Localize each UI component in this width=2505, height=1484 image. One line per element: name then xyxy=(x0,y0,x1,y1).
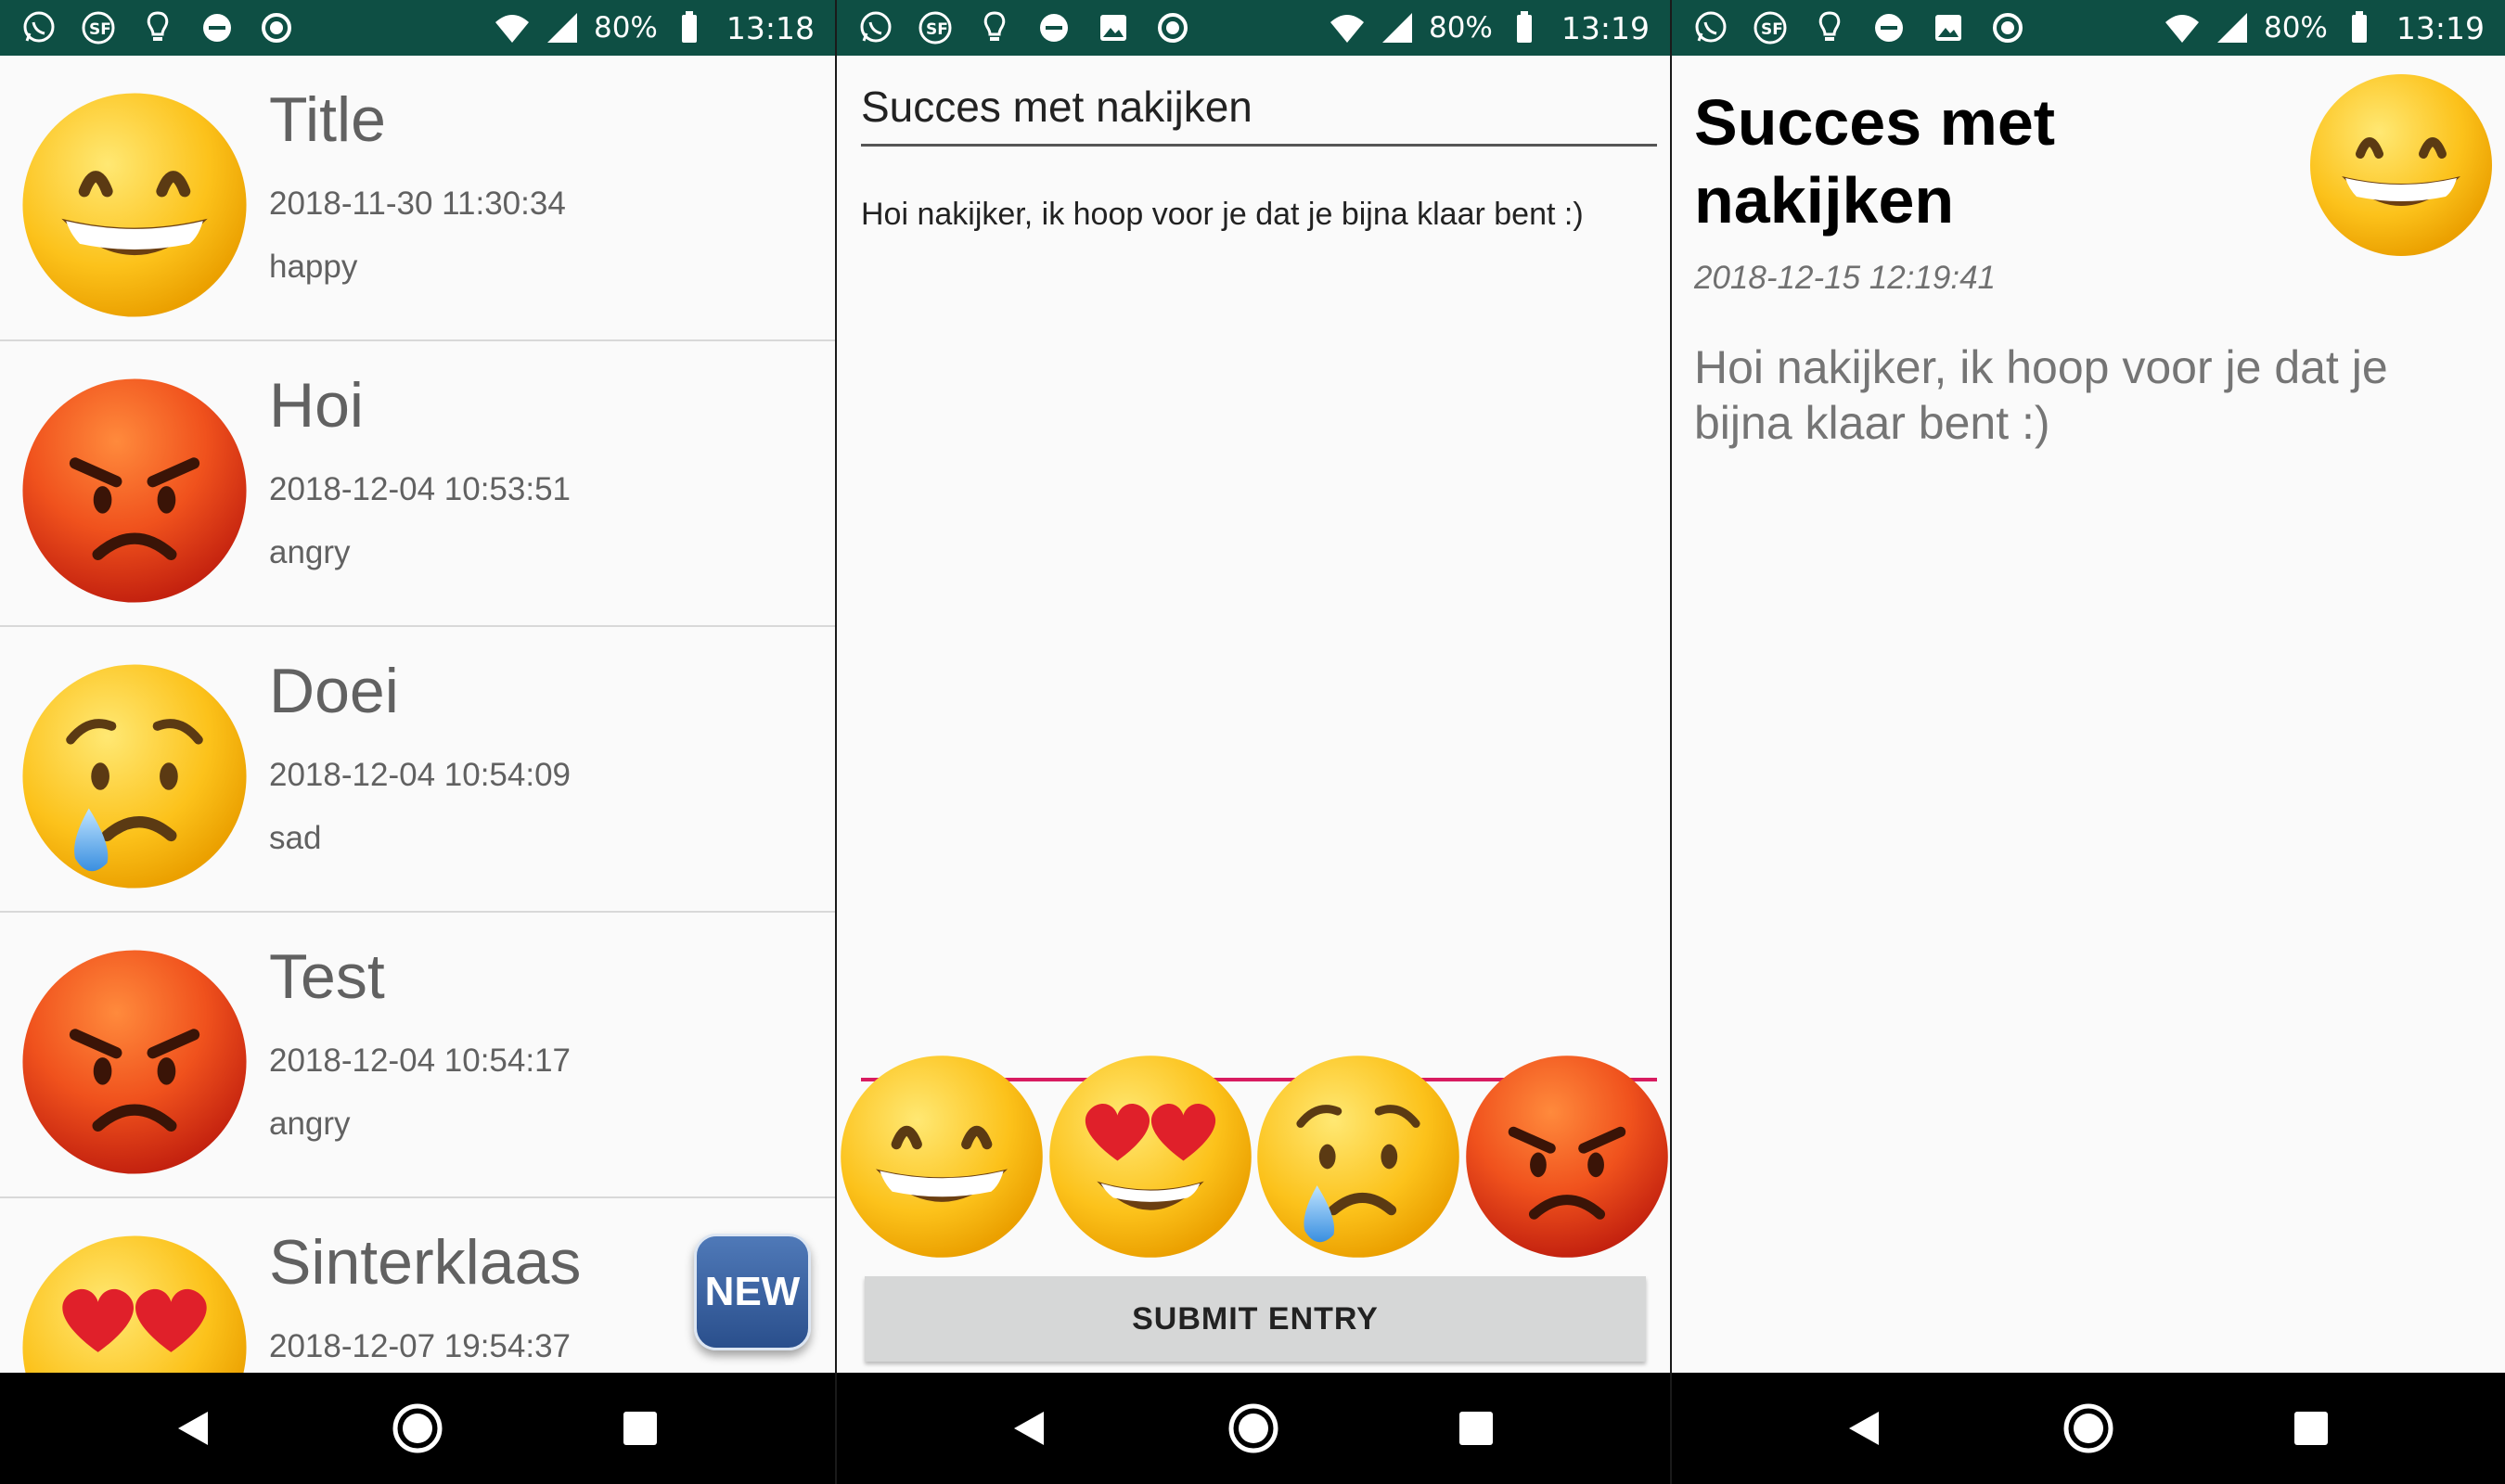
entry-body-input[interactable]: Hoi nakijker, ik hoop voor je dat je bij… xyxy=(861,193,1657,1081)
battery-icon xyxy=(1516,11,1532,43)
entry-date: 2018-11-30 11:30:34 xyxy=(269,186,566,222)
lightbulb-icon xyxy=(1818,11,1841,41)
battery-percent: 80% xyxy=(593,11,658,45)
wifi-icon xyxy=(495,15,529,43)
entry-mood: sad xyxy=(269,820,322,856)
sf-app-icon: SF xyxy=(1754,11,1787,45)
battery-icon xyxy=(2351,11,2367,43)
back-icon[interactable] xyxy=(1838,1401,1894,1456)
signal-icon xyxy=(2216,13,2247,43)
entry-date: 2018-12-04 10:54:17 xyxy=(269,1043,571,1079)
recents-icon[interactable] xyxy=(2283,1401,2339,1456)
whatsapp-icon xyxy=(23,11,55,43)
happy-emoji-icon xyxy=(2308,72,2494,258)
entry-title: Sinterklaas xyxy=(269,1227,582,1298)
list-item[interactable]: Hoi 2018-12-04 10:53:51 angry xyxy=(0,341,835,627)
recents-icon[interactable] xyxy=(1448,1401,1504,1456)
entry-date: 2018-12-04 10:53:51 xyxy=(269,471,571,507)
entries-list: Title 2018-11-30 11:30:34 happy Hoi 2018… xyxy=(0,56,835,1373)
list-item[interactable]: Doei 2018-12-04 10:54:09 sad xyxy=(0,627,835,913)
circle-app-icon xyxy=(1993,13,2023,43)
do-not-disturb-icon xyxy=(1040,14,1068,42)
entry-date: 2018-12-07 19:54:37 xyxy=(269,1328,571,1364)
sad-emoji-icon xyxy=(20,662,249,890)
status-bar: SF 80% 13:19 xyxy=(837,0,1670,56)
entry-mood: angry xyxy=(269,534,351,570)
compose-form: Hoi nakijker, ik hoop voor je dat je bij… xyxy=(837,56,1670,1373)
battery-percent: 80% xyxy=(2263,11,2328,45)
clock: 13:18 xyxy=(726,9,815,46)
back-icon[interactable] xyxy=(1003,1401,1059,1456)
heart-eyes-emoji-icon xyxy=(20,1234,249,1373)
whatsapp-icon xyxy=(1695,11,1727,43)
back-icon[interactable] xyxy=(167,1401,223,1456)
navigation-bar xyxy=(0,1373,835,1484)
entry-title: Hoi xyxy=(269,370,365,441)
recents-icon[interactable] xyxy=(612,1401,668,1456)
signal-icon xyxy=(1381,13,1412,43)
home-icon[interactable] xyxy=(390,1401,445,1456)
sad-emoji-icon[interactable] xyxy=(1255,1054,1461,1260)
status-bar: SF 80% 13:19 xyxy=(1672,0,2505,56)
do-not-disturb-icon xyxy=(203,14,231,42)
sf-app-icon: SF xyxy=(918,11,952,45)
entry-title: Doei xyxy=(269,656,399,726)
lightbulb-icon xyxy=(147,11,169,41)
submit-entry-button[interactable]: SUBMIT ENTRY xyxy=(865,1276,1646,1362)
detail-title: Succes met nakijken xyxy=(1694,86,2056,237)
angry-emoji-icon[interactable] xyxy=(1464,1054,1670,1260)
entry-mood: angry xyxy=(269,1106,351,1142)
compose-entry-screen: SF 80% 13:19 Hoi nakijker, ik hoop voor … xyxy=(835,0,1670,1484)
entry-mood: happy xyxy=(269,249,358,285)
entries-list-screen: SF 80% 13:18 Title 2018-11-30 11:30:34 h… xyxy=(0,0,835,1484)
wifi-icon xyxy=(1330,15,1364,43)
navigation-bar xyxy=(837,1373,1670,1484)
signal-icon xyxy=(546,13,577,43)
clock: 13:19 xyxy=(2396,9,2485,46)
entry-detail: Succes met nakijken 2018-12-15 12:19:41 … xyxy=(1672,56,2505,1373)
angry-emoji-icon xyxy=(20,377,249,605)
svg-text:SF: SF xyxy=(89,20,111,39)
detail-body: Hoi nakijker, ik hoop voor je dat je bij… xyxy=(1694,341,2388,449)
heart-eyes-emoji-icon[interactable] xyxy=(1047,1054,1253,1260)
list-item[interactable]: Test 2018-12-04 10:54:17 angry xyxy=(0,913,835,1198)
do-not-disturb-icon xyxy=(1875,14,1903,42)
clock: 13:19 xyxy=(1561,9,1650,46)
entry-title: Title xyxy=(269,84,386,155)
angry-emoji-icon xyxy=(20,948,249,1176)
image-icon xyxy=(1100,15,1126,41)
image-icon xyxy=(1935,15,1961,41)
happy-emoji-icon xyxy=(20,91,249,319)
entry-detail-screen: SF 80% 13:19 Succes met nakijken 2018-12… xyxy=(1670,0,2505,1484)
new-entry-button[interactable]: NEW xyxy=(694,1234,811,1350)
mood-selector xyxy=(837,1054,1670,1263)
whatsapp-icon xyxy=(860,11,892,43)
circle-app-icon xyxy=(1158,13,1188,43)
home-icon[interactable] xyxy=(1226,1401,1281,1456)
wifi-icon xyxy=(2165,15,2199,43)
svg-text:SF: SF xyxy=(926,20,948,39)
sf-app-icon: SF xyxy=(82,11,115,45)
entry-title: Test xyxy=(269,941,385,1012)
home-icon[interactable] xyxy=(2061,1401,2116,1456)
battery-percent: 80% xyxy=(1428,11,1493,45)
detail-date: 2018-12-15 12:19:41 xyxy=(1694,260,1996,296)
navigation-bar xyxy=(1672,1373,2505,1484)
entry-date: 2018-12-04 10:54:09 xyxy=(269,757,571,793)
list-item[interactable]: Title 2018-11-30 11:30:34 happy xyxy=(0,56,835,341)
svg-text:SF: SF xyxy=(1761,20,1783,39)
title-input[interactable] xyxy=(861,80,1657,147)
lightbulb-icon xyxy=(983,11,1006,41)
happy-emoji-icon[interactable] xyxy=(839,1054,1045,1260)
status-bar: SF 80% 13:18 xyxy=(0,0,835,56)
battery-icon xyxy=(681,11,697,43)
circle-app-icon xyxy=(262,13,291,43)
